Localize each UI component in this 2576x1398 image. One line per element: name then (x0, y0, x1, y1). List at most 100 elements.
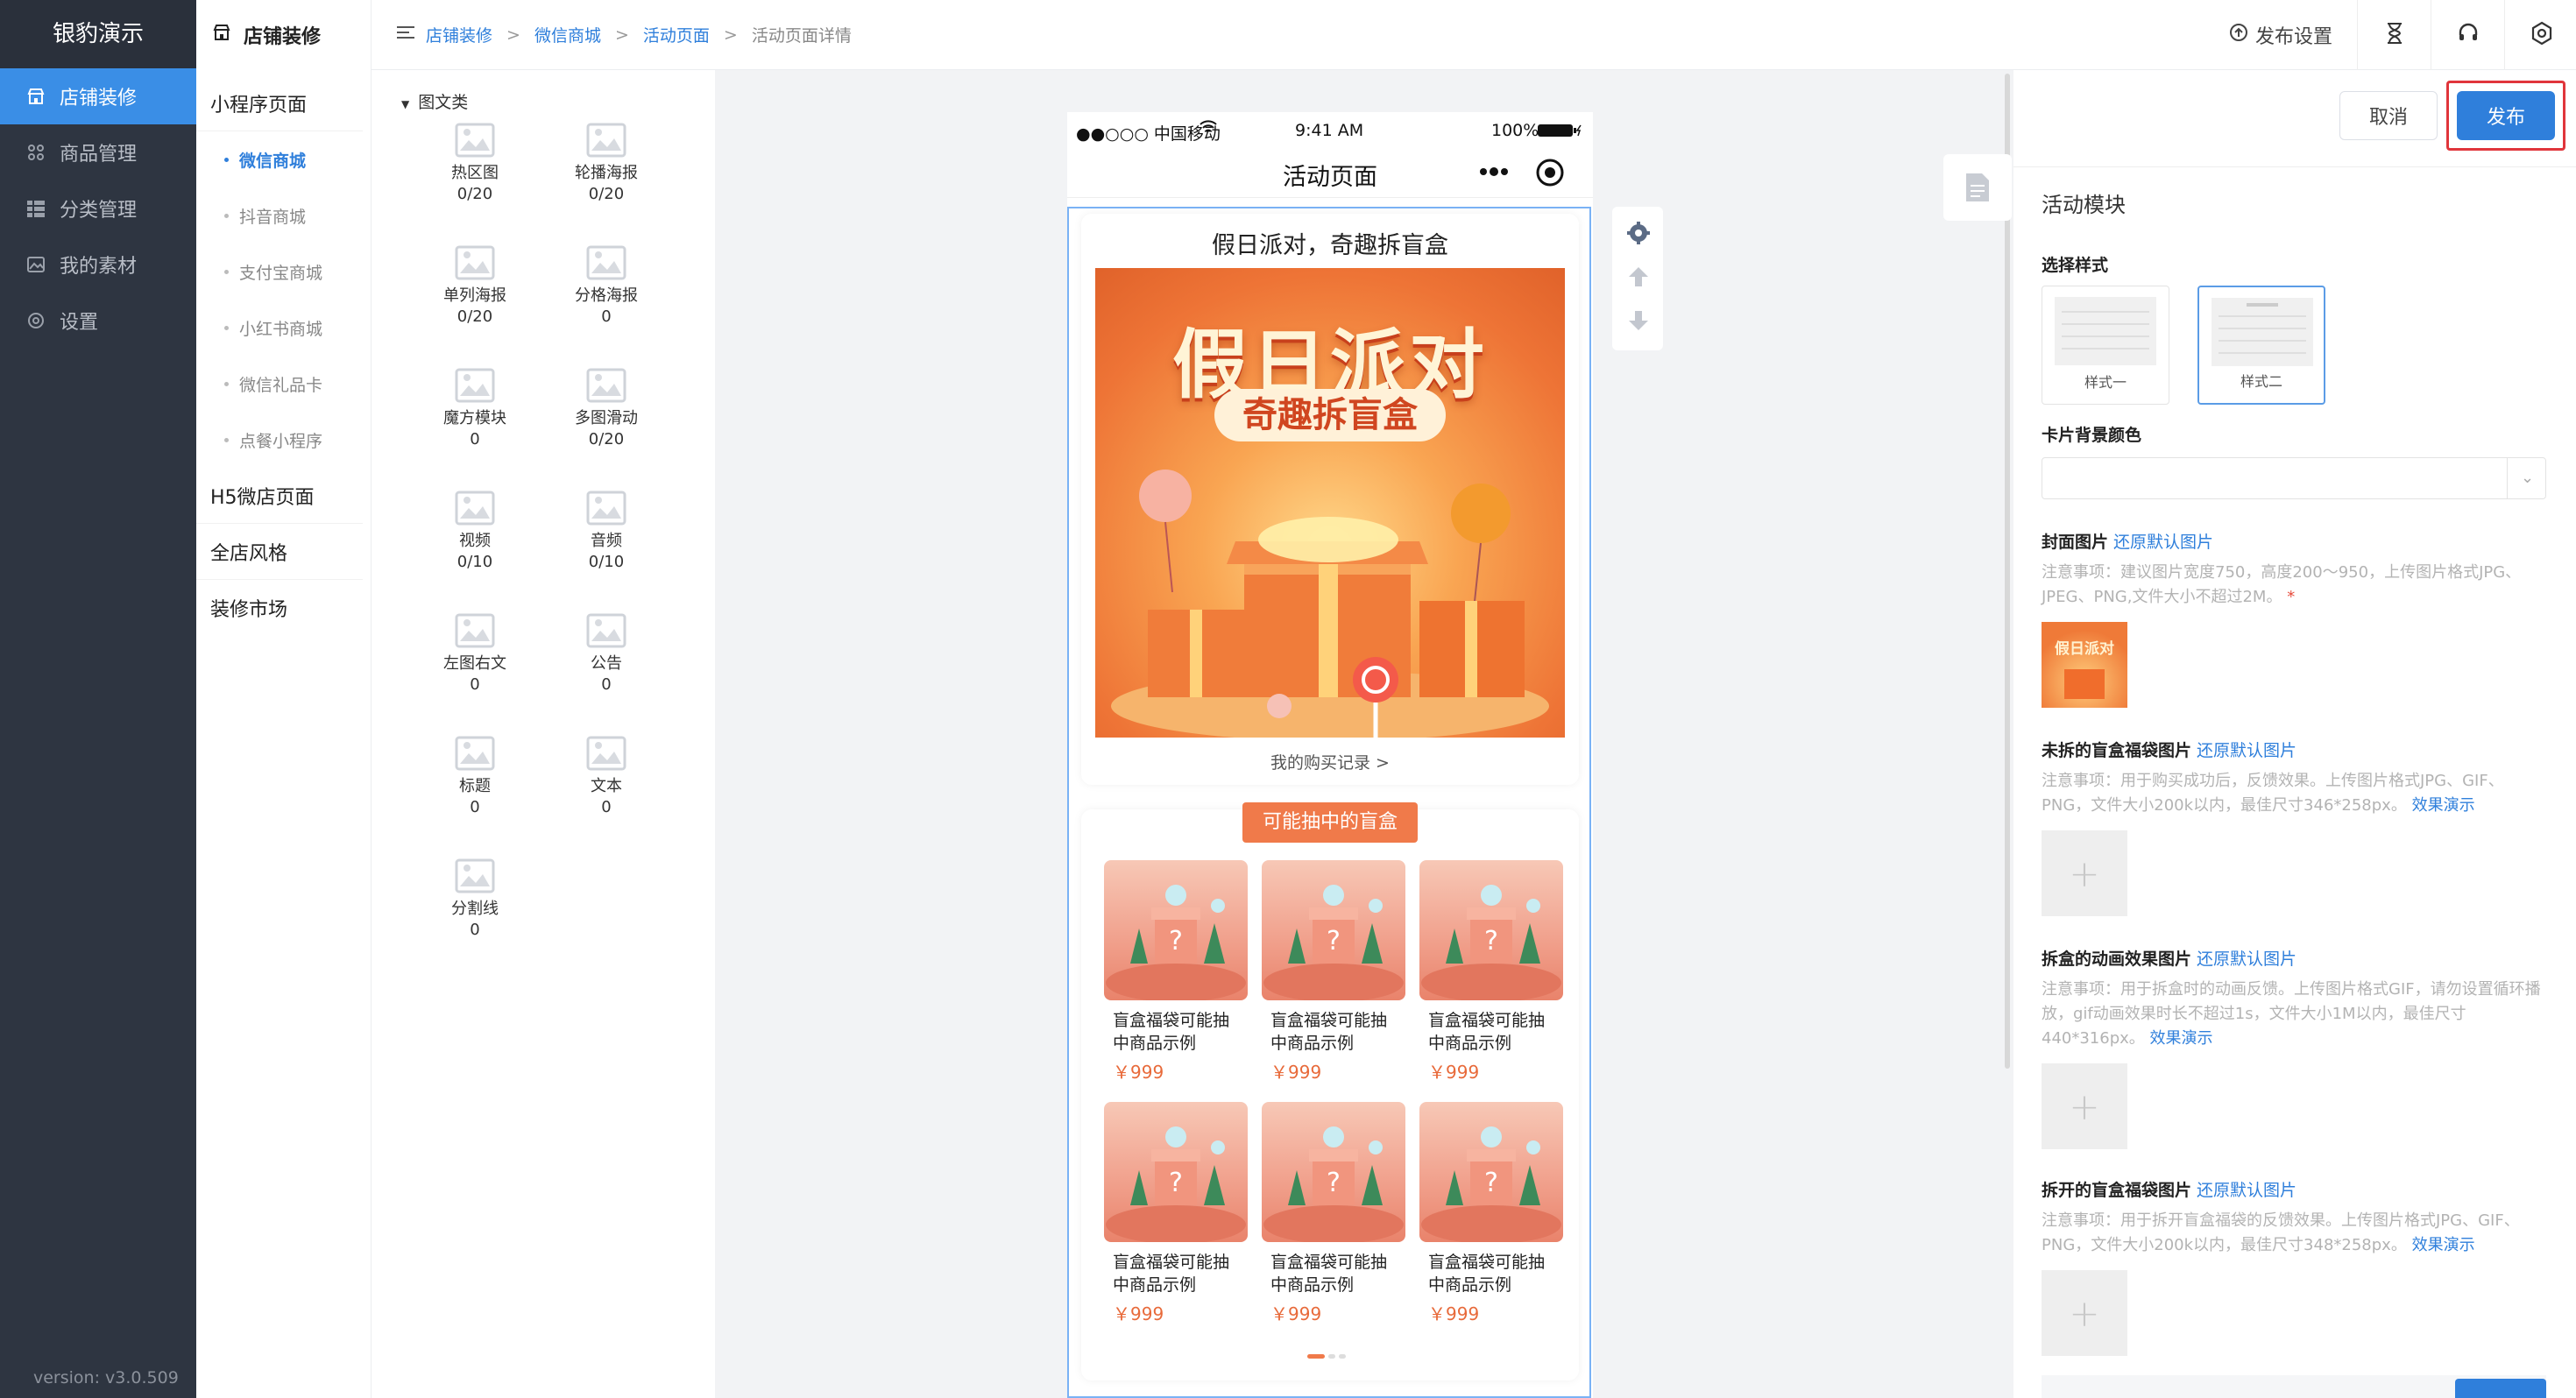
capsule-close-icon[interactable] (1535, 158, 1565, 191)
widget-count: 0 (601, 307, 612, 326)
breadcrumb: 店铺装修 > 微信商城 > 活动页面 > 活动页面详情 (396, 23, 852, 46)
widget-item[interactable]: 分割线 0 (422, 858, 527, 941)
widget-category[interactable]: ▼ 图文类 (401, 89, 468, 113)
widget-item[interactable]: 视频 0/10 (422, 491, 527, 573)
prize-product-card[interactable]: ? 盲盒福袋可能抽中商品示例 ￥999 (1419, 860, 1563, 1097)
phone-navbar: 活动页面 (1067, 147, 1593, 198)
support-button[interactable] (2431, 0, 2504, 70)
subnav-group-miniprogram[interactable]: 小程序页面 (196, 75, 363, 131)
caret-down-icon: ▼ (401, 98, 410, 110)
nav-item-products[interactable]: 商品管理 (0, 124, 196, 180)
mystery-box-icon: ? (1421, 1126, 1561, 1242)
pager-dot-active[interactable] (1307, 1354, 1325, 1359)
product-price: ￥999 (1113, 1303, 1164, 1324)
subnav-item-xiaohongshu-mall[interactable]: 小红书商城 (196, 300, 372, 356)
upload-anim-button[interactable]: + (2042, 1063, 2127, 1149)
bullet-icon (224, 157, 229, 162)
mystery-box-icon: ? (1106, 885, 1246, 1000)
breadcrumb-link[interactable]: 微信商城 (534, 23, 601, 46)
widget-name: 分割线 (451, 900, 499, 918)
style-preview (2212, 298, 2313, 366)
divider-icon (454, 858, 496, 893)
widget-item[interactable]: 文本 0 (554, 736, 659, 818)
toggle-switch[interactable] (2455, 1379, 2546, 1398)
bg-color-picker[interactable]: ⌄ (2042, 457, 2546, 499)
widget-count: 0/20 (456, 185, 493, 203)
prize-product-card[interactable]: ? 盲盒福袋可能抽中商品示例 ￥999 (1104, 1102, 1248, 1338)
more-dots-icon[interactable] (1479, 165, 1509, 181)
gear-icon[interactable] (1626, 221, 1651, 249)
activity-card-title: 假日派对，奇趣拆盲盒 (1212, 232, 1448, 259)
top-header: 店铺装修 > 微信商城 > 活动页面 > 活动页面详情 发布设置 (372, 0, 2576, 70)
demo-link[interactable]: 效果演示 (2412, 1236, 2475, 1254)
arrow-up-icon[interactable] (1626, 265, 1651, 293)
purchase-history-link[interactable]: 我的购买记录 > (1081, 750, 1579, 773)
nav-item-store-decor[interactable]: 店铺装修 (0, 68, 196, 124)
history-button[interactable] (2357, 0, 2431, 70)
nav-item-materials[interactable]: 我的素材 (0, 237, 196, 293)
unopened-label: 未拆的盲盒福袋图片 还原默认图片 (2042, 738, 2296, 761)
subnav-group-market[interactable]: 装修市场 (196, 580, 363, 636)
restore-unopened-link[interactable]: 还原默认图片 (2197, 741, 2296, 760)
widget-name: 音频 (591, 532, 622, 550)
subnav-item-label: 微信礼品卡 (239, 375, 323, 395)
widget-item[interactable]: 标题 0 (422, 736, 527, 818)
pager-dot[interactable] (1328, 1354, 1335, 1359)
upload-unopened-button[interactable]: + (2042, 830, 2127, 916)
arrow-down-icon[interactable] (1626, 308, 1651, 336)
demo-link[interactable]: 效果演示 (2412, 796, 2475, 815)
subnav-item-douyin-mall[interactable]: 抖音商城 (196, 187, 372, 244)
prize-product-card[interactable]: ? 盲盒福袋可能抽中商品示例 ￥999 (1104, 860, 1248, 1097)
publish-button[interactable]: 发布 (2457, 91, 2555, 140)
widget-item[interactable]: 魔方模块 0 (422, 368, 527, 450)
widget-item[interactable]: 轮播海报 0/20 (554, 123, 659, 205)
widget-name: 分格海报 (575, 286, 638, 305)
settings-button[interactable] (2504, 0, 2576, 70)
hourglass-icon (2386, 22, 2403, 48)
widget-count: 0/20 (456, 307, 493, 326)
cover-label: 封面图片 还原默认图片 (2042, 529, 2213, 553)
demo-link[interactable]: 效果演示 (2150, 1029, 2213, 1048)
subnav-group-theme[interactable]: 全店风格 (196, 524, 363, 580)
widget-item[interactable]: 热区图 0/20 (422, 123, 527, 205)
restore-opened-link[interactable]: 还原默认图片 (2197, 1181, 2296, 1200)
widget-name: 公告 (591, 654, 622, 673)
breadcrumb-link[interactable]: 活动页面 (643, 23, 710, 46)
nav-item-label: 我的素材 (60, 256, 138, 278)
subnav-group-h5[interactable]: H5微店页面 (196, 468, 363, 524)
restore-anim-link[interactable]: 还原默认图片 (2197, 950, 2296, 969)
nav-item-label: 设置 (60, 312, 99, 334)
page-settings-button[interactable] (1943, 154, 2012, 221)
subnav-item-wechat-giftcard[interactable]: 微信礼品卡 (196, 356, 372, 412)
nav-item-categories[interactable]: 分类管理 (0, 180, 196, 237)
widget-item[interactable]: 公告 0 (554, 613, 659, 695)
properties-panel: 取消 发布 活动模块 选择样式 样式一 样式二 卡片背景颜色 ⌄ 封面图片 还原默… (2013, 70, 2576, 1398)
subnav-item-wechat-mall[interactable]: 微信商城 (196, 131, 372, 187)
prize-product-card[interactable]: ? 盲盒福袋可能抽中商品示例 ￥999 (1419, 1102, 1563, 1338)
subnav-item-ordering-app[interactable]: 点餐小程序 (196, 412, 372, 468)
prize-product-card[interactable]: ? 盲盒福袋可能抽中商品示例 ￥999 (1262, 860, 1405, 1097)
cancel-button[interactable]: 取消 (2339, 91, 2438, 140)
breadcrumb-link[interactable]: 店铺装修 (426, 23, 492, 46)
product-image: ? (1104, 860, 1248, 1000)
cover-thumbnail[interactable]: 假日派对 (2042, 622, 2127, 708)
widget-item[interactable]: 音频 0/10 (554, 491, 659, 573)
prize-product-card[interactable]: ? 盲盒福袋可能抽中商品示例 ￥999 (1262, 1102, 1405, 1338)
hotspot-image-icon (454, 123, 496, 158)
style-option-1[interactable]: 样式一 (2042, 286, 2169, 405)
nav-item-settings[interactable]: 设置 (0, 293, 196, 349)
widget-item[interactable]: 单列海报 0/20 (422, 245, 527, 328)
product-name: 盲盒福袋可能抽中商品示例 (1113, 1253, 1230, 1295)
subnav-item-label: 抖音商城 (239, 207, 307, 227)
subnav-item-alipay-mall[interactable]: 支付宝商城 (196, 244, 372, 300)
restore-cover-link[interactable]: 还原默认图片 (2113, 533, 2213, 552)
publish-settings-button[interactable]: 发布设置 (2229, 21, 2332, 49)
widget-item[interactable]: 左图右文 0 (422, 613, 527, 695)
upload-opened-button[interactable]: + (2042, 1270, 2127, 1356)
pager-dot[interactable] (1339, 1354, 1346, 1359)
prize-section-title: 可能抽中的盲盒 (1242, 802, 1418, 843)
style-option-2[interactable]: 样式二 (2197, 286, 2325, 405)
canvas-scrollbar[interactable] (2005, 74, 2010, 1069)
widget-item[interactable]: 多图滑动 0/20 (554, 368, 659, 450)
widget-item[interactable]: 分格海报 0 (554, 245, 659, 328)
